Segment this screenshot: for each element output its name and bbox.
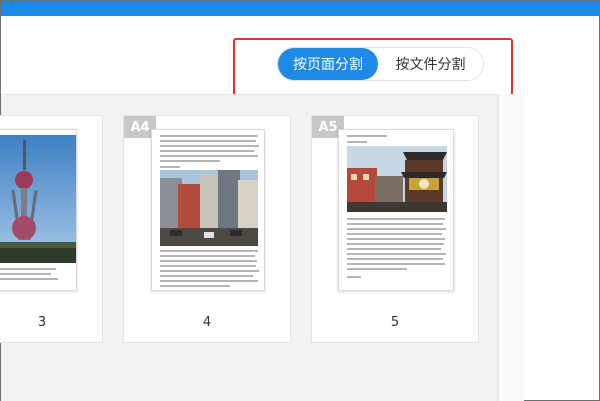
split-mode-toggle: 按页面分割 按文件分割 [277, 47, 484, 81]
page-card-3[interactable]: 3 [0, 115, 103, 343]
tv-tower-photo [0, 135, 76, 280]
street-photo [160, 170, 258, 246]
split-by-file-button[interactable]: 按文件分割 [378, 48, 483, 80]
page-card-5[interactable]: A5 5 [311, 115, 479, 343]
page-card-4[interactable]: A4 4 [123, 115, 291, 343]
page-number: 3 [37, 315, 47, 330]
top-bar [1, 1, 600, 16]
page-thumbnail [151, 129, 265, 291]
split-by-page-button[interactable]: 按页面分割 [278, 48, 378, 80]
page-number: 4 [202, 315, 212, 330]
temple-street-photo [347, 146, 447, 212]
page-thumbnail [0, 129, 77, 291]
page-number: 5 [390, 315, 400, 330]
page-thumbnail [338, 129, 454, 291]
panel-scrollbar[interactable] [498, 94, 524, 401]
